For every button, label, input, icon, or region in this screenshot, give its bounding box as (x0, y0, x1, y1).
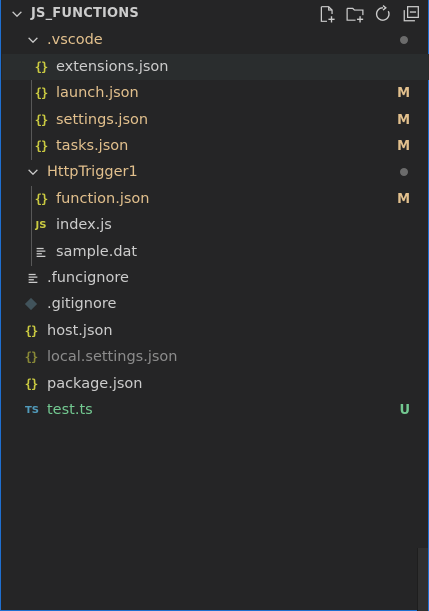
tree-item-label: extensions.json (56, 59, 169, 75)
new-file-icon[interactable] (316, 4, 338, 24)
explorer-actions (316, 4, 422, 24)
git-status-badge: M (397, 191, 410, 207)
git-status-dot (400, 36, 408, 44)
git-status-badge: U (399, 402, 410, 418)
collapse-all-icon[interactable] (400, 4, 422, 24)
tree-folder-vscode[interactable]: .vscode (2, 27, 429, 53)
tree-item-label: .funcignore (47, 270, 129, 286)
tree-file-host-json[interactable]: {} host.json (2, 318, 429, 344)
git-diamond-icon (24, 297, 38, 311)
json-file-icon: {} (24, 377, 38, 391)
json-file-icon: {} (34, 86, 48, 100)
refresh-icon[interactable] (372, 4, 394, 24)
json-file-icon: {} (34, 139, 48, 153)
tree-item-label: HttpTrigger1 (47, 164, 138, 180)
tree-file-sample-dat[interactable]: sample.dat (2, 239, 429, 265)
git-status-badge: M (397, 85, 410, 101)
tree-item-label: index.js (56, 217, 112, 233)
tree-file-test-ts[interactable]: TS test.ts U (2, 397, 429, 423)
tree-item-label: host.json (47, 323, 113, 339)
tree-file-local-settings-json[interactable]: {} local.settings.json (2, 344, 429, 370)
tree-file-settings-json[interactable]: {} settings.json M (2, 107, 429, 133)
tree-item-label: test.ts (47, 402, 93, 418)
tree-item-label: sample.dat (56, 244, 138, 260)
tree-item-label: function.json (56, 191, 150, 207)
tree-file-extensions-json[interactable]: {} extensions.json (2, 54, 429, 80)
tree-file-funcignore[interactable]: .funcignore (2, 265, 429, 291)
javascript-file-icon: JS (35, 219, 47, 231)
tree-item-label: tasks.json (56, 138, 129, 154)
typescript-file-icon: TS (24, 404, 40, 416)
explorer-title: JS_FUNCTIONS (31, 6, 139, 21)
text-file-icon (28, 273, 38, 283)
chevron-down-icon[interactable] (10, 7, 24, 21)
tree-file-tasks-json[interactable]: {} tasks.json M (2, 133, 429, 159)
git-status-dot (400, 168, 408, 176)
text-file-icon (36, 247, 46, 257)
explorer-panel: JS_FUNCTIONS .vscode {} extensions.json (0, 0, 429, 611)
tree-item-label: package.json (47, 376, 143, 392)
tree-item-label: local.settings.json (47, 349, 178, 365)
json-file-icon: {} (34, 192, 48, 206)
tree-file-function-json[interactable]: {} function.json M (2, 186, 429, 212)
tree-item-label: .vscode (47, 32, 103, 48)
git-status-badge: M (397, 112, 410, 128)
chevron-down-icon[interactable] (26, 33, 40, 47)
tree-item-label: settings.json (56, 112, 149, 128)
chevron-down-icon[interactable] (26, 165, 40, 179)
tree-file-launch-json[interactable]: {} launch.json M (2, 80, 429, 106)
json-file-icon: {} (24, 324, 38, 338)
tree-file-gitignore[interactable]: .gitignore (2, 291, 429, 317)
json-file-icon: {} (24, 350, 38, 364)
explorer-section-header[interactable]: JS_FUNCTIONS (1, 0, 429, 28)
json-file-icon: {} (34, 60, 48, 74)
tree-file-package-json[interactable]: {} package.json (2, 371, 429, 397)
tree-file-index-js[interactable]: JS index.js (2, 212, 429, 238)
tree-item-label: launch.json (56, 85, 139, 101)
json-file-icon: {} (34, 113, 48, 127)
scrollbar-thumb[interactable] (418, 548, 428, 611)
tree-item-label: .gitignore (47, 296, 117, 312)
tree-folder-httptrigger1[interactable]: HttpTrigger1 (2, 159, 429, 185)
new-folder-icon[interactable] (344, 4, 366, 24)
git-status-badge: M (397, 138, 410, 154)
